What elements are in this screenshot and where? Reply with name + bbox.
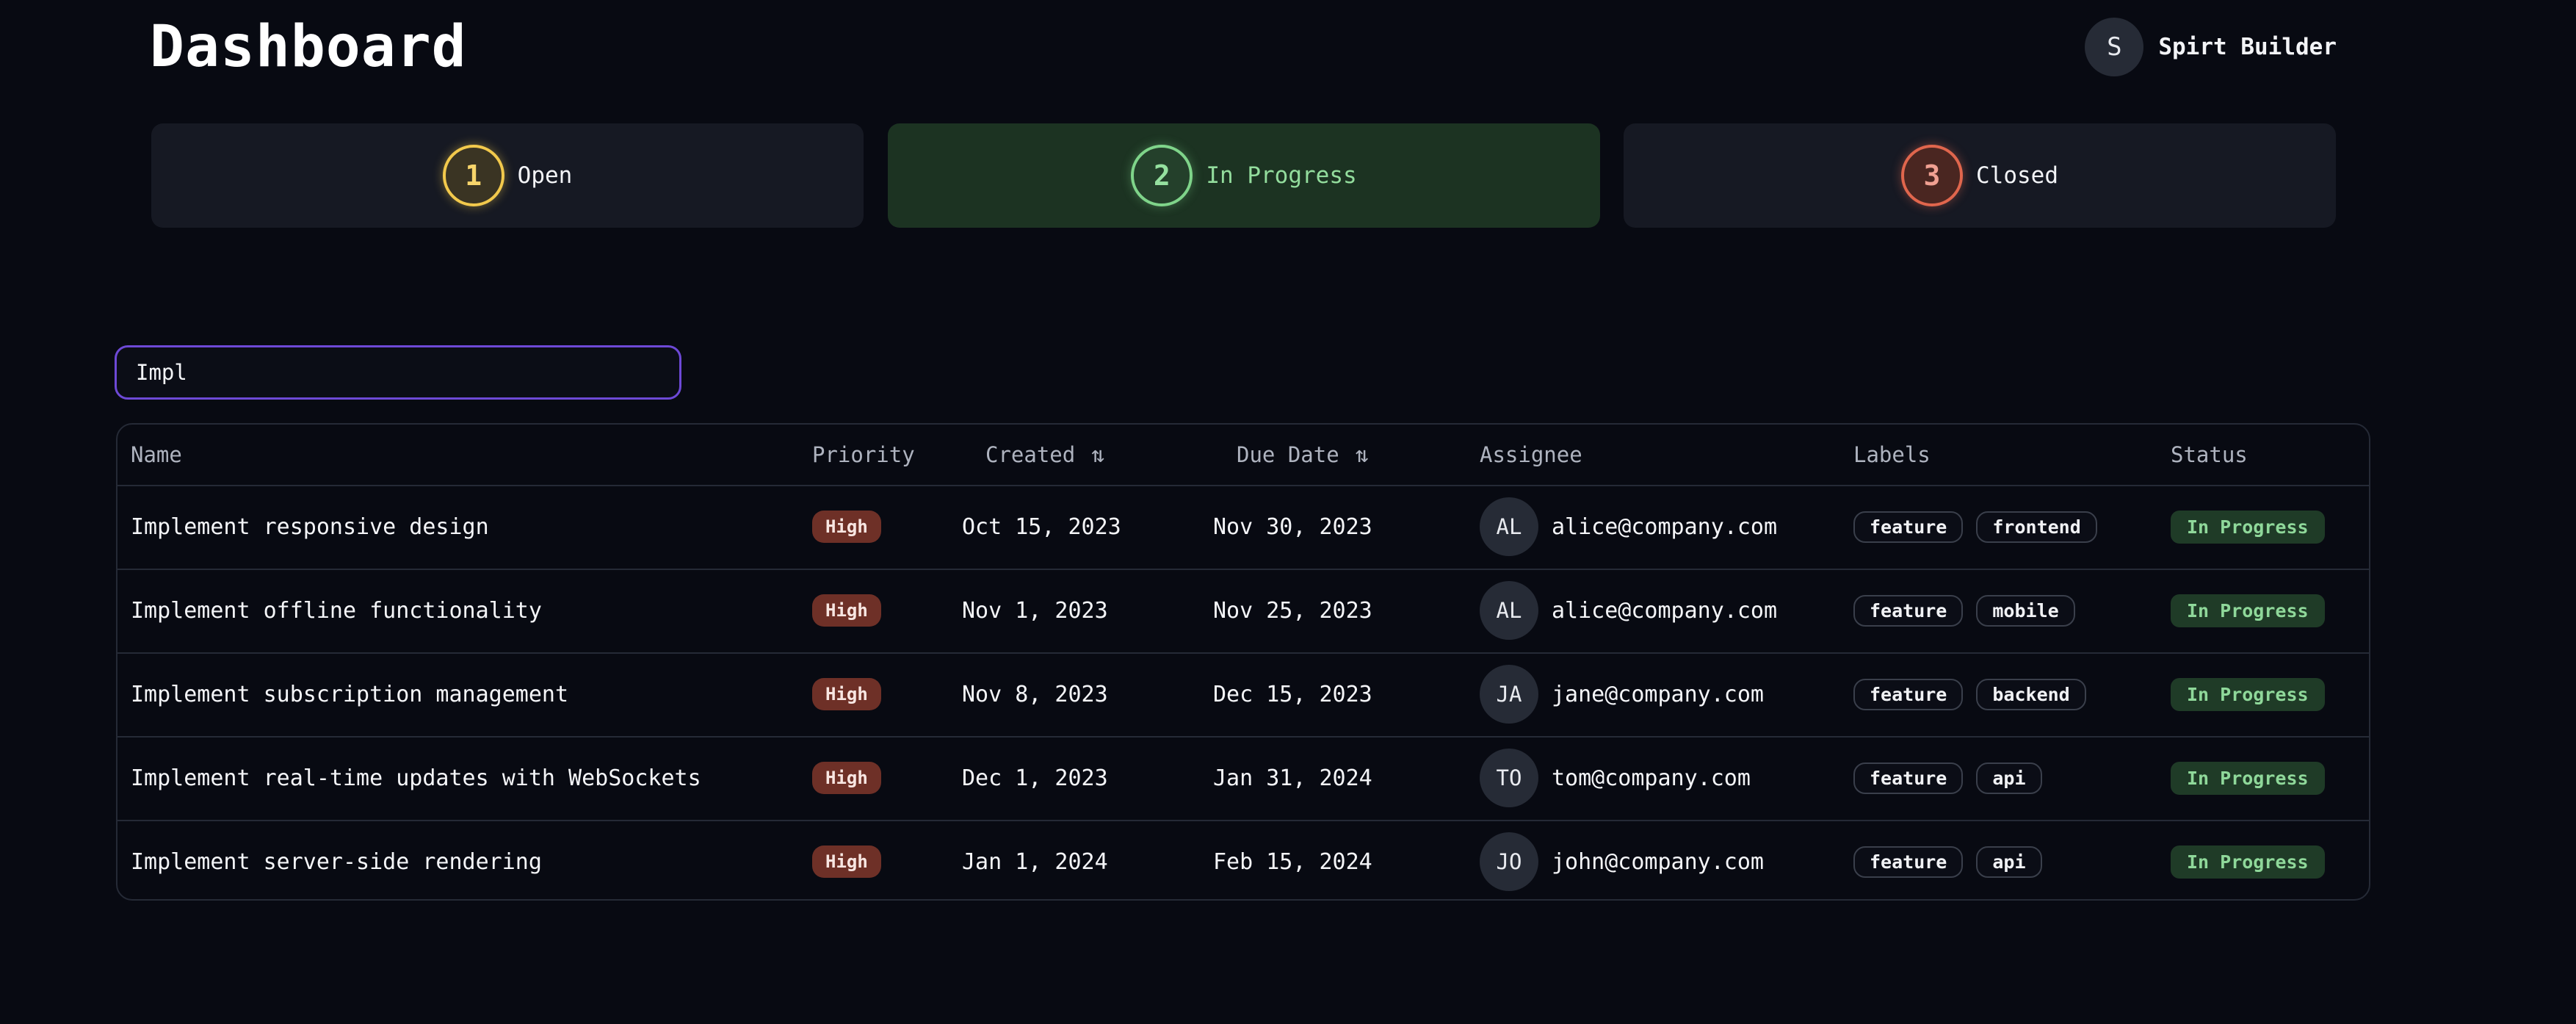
status-badge: In Progress bbox=[2171, 677, 2325, 711]
assignee-avatar: TO bbox=[1480, 749, 1538, 807]
assignee-email: jane@company.com bbox=[1552, 681, 1764, 707]
created-date: Dec 1, 2023 bbox=[962, 765, 1108, 791]
status-card-in-progress[interactable]: 2 In Progress bbox=[888, 123, 1600, 228]
task-name: Implement offline functionality bbox=[131, 597, 542, 624]
priority-badge: High bbox=[812, 845, 881, 878]
assignee-email: alice@company.com bbox=[1552, 513, 1778, 540]
sort-arrows-icon[interactable]: ⇅ bbox=[1356, 425, 1369, 486]
created-date: Jan 1, 2024 bbox=[962, 848, 1108, 875]
task-name: Implement subscription management bbox=[131, 681, 569, 707]
label-tag: feature bbox=[1853, 594, 1964, 627]
status-badge: In Progress bbox=[2171, 510, 2325, 544]
search-input[interactable] bbox=[115, 345, 681, 400]
created-date: Nov 8, 2023 bbox=[962, 681, 1108, 707]
label-tag: api bbox=[1976, 845, 2042, 878]
due-date-header-label: Due Date bbox=[1237, 442, 1339, 467]
label-tag: backend bbox=[1976, 678, 2086, 710]
task-name: Implement responsive design bbox=[131, 513, 489, 540]
status-badge: In Progress bbox=[2171, 594, 2325, 627]
open-label: Open bbox=[517, 162, 573, 189]
created-date: Oct 15, 2023 bbox=[962, 513, 1121, 540]
label-tag: mobile bbox=[1976, 594, 2075, 627]
status-card-open[interactable]: 1 Open bbox=[151, 123, 864, 228]
assignee-avatar: AL bbox=[1480, 497, 1538, 556]
created-date: Nov 1, 2023 bbox=[962, 597, 1108, 624]
table-row[interactable]: Implement responsive design High Oct 15,… bbox=[117, 485, 2369, 570]
created-header-label: Created bbox=[985, 442, 1076, 467]
label-tag: frontend bbox=[1976, 511, 2097, 543]
assignee-avatar: JO bbox=[1480, 832, 1538, 891]
column-header-name: Name bbox=[131, 442, 182, 467]
column-header-due-date[interactable]: Due Date ⇅ bbox=[1237, 425, 1369, 485]
due-date: Nov 30, 2023 bbox=[1213, 513, 1372, 540]
user-menu[interactable]: S Spirt Builder bbox=[2085, 18, 2337, 76]
task-name: Implement server-side rendering bbox=[131, 848, 542, 875]
assignee-avatar: AL bbox=[1480, 581, 1538, 640]
label-tag: feature bbox=[1853, 762, 1964, 794]
priority-badge: High bbox=[812, 511, 881, 543]
status-badge: In Progress bbox=[2171, 845, 2325, 879]
label-tag: feature bbox=[1853, 845, 1964, 878]
status-card-closed[interactable]: 3 Closed bbox=[1624, 123, 2336, 228]
closed-count-badge: 3 bbox=[1901, 145, 1963, 206]
column-header-assignee: Assignee bbox=[1480, 442, 1582, 467]
column-header-labels: Labels bbox=[1853, 442, 1931, 467]
open-count-badge: 1 bbox=[442, 145, 504, 206]
label-tag: api bbox=[1976, 762, 2042, 794]
column-header-priority: Priority bbox=[812, 442, 915, 467]
label-tag: feature bbox=[1853, 511, 1964, 543]
due-date: Dec 15, 2023 bbox=[1213, 681, 1372, 707]
priority-badge: High bbox=[812, 678, 881, 710]
label-tag: feature bbox=[1853, 678, 1964, 710]
priority-badge: High bbox=[812, 762, 881, 794]
priority-badge: High bbox=[812, 594, 881, 627]
in-progress-label: In Progress bbox=[1206, 162, 1357, 189]
sort-arrows-icon[interactable]: ⇅ bbox=[1091, 425, 1104, 486]
user-name[interactable]: Spirt Builder bbox=[2158, 34, 2337, 60]
tasks-table: Name Priority Created ⇅ Due Date ⇅ Assigne… bbox=[116, 423, 2370, 901]
in-progress-count-badge: 2 bbox=[1131, 145, 1193, 206]
status-badge: In Progress bbox=[2171, 761, 2325, 795]
page-title: Dashboard bbox=[150, 14, 467, 80]
dashboard-page: Dashboard S Spirt Builder 1 Open 2 In Pr… bbox=[0, 0, 2576, 1024]
column-header-status: Status bbox=[2171, 442, 2248, 467]
column-header-created[interactable]: Created ⇅ bbox=[985, 425, 1104, 485]
assignee-email: alice@company.com bbox=[1552, 597, 1778, 624]
due-date: Feb 15, 2024 bbox=[1213, 848, 1372, 875]
due-date: Jan 31, 2024 bbox=[1213, 765, 1372, 791]
user-avatar[interactable]: S bbox=[2085, 18, 2144, 76]
table-row[interactable]: Implement server-side rendering High Jan… bbox=[117, 820, 2369, 899]
due-date: Nov 25, 2023 bbox=[1213, 597, 1372, 624]
table-row[interactable]: Implement offline functionality High Nov… bbox=[117, 569, 2369, 654]
task-name: Implement real-time updates with WebSock… bbox=[131, 765, 701, 791]
table-header: Name Priority Created ⇅ Due Date ⇅ Assigne… bbox=[117, 425, 2369, 486]
assignee-email: john@company.com bbox=[1552, 848, 1764, 875]
table-row[interactable]: Implement real-time updates with WebSock… bbox=[117, 736, 2369, 821]
closed-label: Closed bbox=[1976, 162, 2058, 189]
assignee-email: tom@company.com bbox=[1552, 765, 1751, 791]
table-row[interactable]: Implement subscription management High N… bbox=[117, 652, 2369, 738]
assignee-avatar: JA bbox=[1480, 665, 1538, 724]
